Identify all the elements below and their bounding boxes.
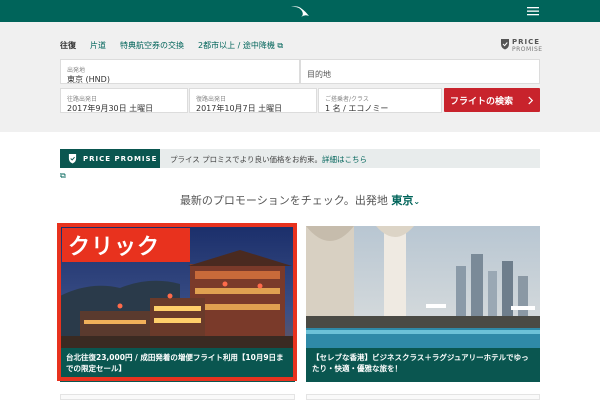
return-date-field[interactable]: 復路出発日 2017年10月7日 土曜日	[189, 88, 317, 113]
top-header	[0, 0, 600, 22]
shield-check-icon	[68, 154, 77, 164]
passengers-label: ご搭乗者/クラス	[325, 96, 369, 103]
passengers-value: 1 名 / エコノミー	[325, 104, 389, 113]
depart-date-field[interactable]: 往路出発日 2017年9月30日 土曜日	[60, 88, 188, 113]
click-annotation-label: クリック	[62, 228, 190, 262]
destination-placeholder: 目的地	[307, 70, 331, 79]
search-flights-label: フライトの検索	[449, 96, 513, 107]
price-promise-banner-title: PRICE PROMISE	[83, 154, 158, 163]
destination-field[interactable]: 目的地	[300, 59, 540, 84]
price-promise-details-link[interactable]: 詳細はこちら	[322, 155, 367, 164]
chevron-right-icon	[528, 96, 534, 104]
return-date-value: 2017年10月7日 土曜日	[196, 104, 283, 113]
trip-type-tabs: 往復 片道 特典航空券の交換 2都市以上 / 途中降機 ⧉	[60, 40, 283, 51]
promo-card-hongkong-caption: 【セレブな香港】ビジネスクラス＋ラグジュアリーホテルでゆったり・快適・優雅な旅を…	[306, 348, 540, 382]
tab-multi-city[interactable]: 2都市以上 / 途中降機 ⧉	[198, 40, 283, 51]
search-flights-button[interactable]: フライトの検索	[444, 88, 540, 112]
origin-field[interactable]: 出発地 東京 (HND)	[60, 59, 300, 84]
origin-value: 東京 (HND)	[67, 75, 110, 84]
tab-round-trip[interactable]: 往復	[60, 40, 76, 51]
price-promise-banner-text: プライス プロミスでより良い価格をお約束。詳細はこちら	[170, 154, 367, 165]
price-promise-badge: PRICE PROMISE	[500, 38, 544, 54]
tab-multi-city-label: 2都市以上 / 途中降機	[198, 41, 275, 50]
promo-card-stub	[60, 394, 295, 400]
tab-one-way[interactable]: 片道	[90, 40, 106, 51]
external-link-icon[interactable]: ⧉	[60, 171, 66, 181]
chevron-down-icon: ⌄	[413, 197, 421, 206]
price-promise-banner-message: プライス プロミスでより良い価格をお約束。	[170, 155, 323, 164]
hamburger-menu-icon[interactable]	[526, 4, 540, 18]
promotions-heading-text: 最新のプロモーションをチェック。出発地	[179, 194, 388, 207]
external-link-icon: ⧉	[277, 41, 284, 50]
flight-search-panel: 往復 片道 特典航空券の交換 2都市以上 / 途中降機 ⧉ PRICE PROM…	[0, 22, 600, 132]
passengers-class-field[interactable]: ご搭乗者/クラス 1 名 / エコノミー	[318, 88, 442, 113]
origin-label: 出発地	[67, 67, 86, 74]
price-promise-badge-line2: PROMISE	[512, 46, 543, 53]
departure-city-selector[interactable]: 東京⌄	[391, 194, 420, 207]
price-promise-banner: PRICE PROMISE プライス プロミスでより良い価格をお約束。詳細はこち…	[60, 149, 540, 168]
price-promise-badge-line1: PRICE	[512, 38, 541, 46]
tab-award-redemption[interactable]: 特典航空券の交換	[120, 40, 184, 51]
shield-check-icon	[501, 39, 509, 50]
depart-date-label: 往路出発日	[67, 96, 98, 103]
promo-card-taipei-caption: 台北往復23,000円 / 成田発着の増便フライト利用【10月9日までの限定セー…	[60, 348, 295, 382]
promo-card-hongkong[interactable]: 【セレブな香港】ビジネスクラス＋ラグジュアリーホテルでゆったり・快適・優雅な旅を…	[306, 226, 540, 382]
price-promise-banner-title-block: PRICE PROMISE	[60, 149, 160, 168]
promotions-heading: 最新のプロモーションをチェック。出発地 東京⌄	[0, 192, 600, 208]
brushwing-logo-icon[interactable]	[290, 4, 310, 18]
return-date-label: 復路出発日	[196, 96, 227, 103]
depart-date-value: 2017年9月30日 土曜日	[67, 104, 154, 113]
promo-card-stub	[306, 394, 540, 400]
departure-city-value: 東京	[391, 194, 414, 207]
